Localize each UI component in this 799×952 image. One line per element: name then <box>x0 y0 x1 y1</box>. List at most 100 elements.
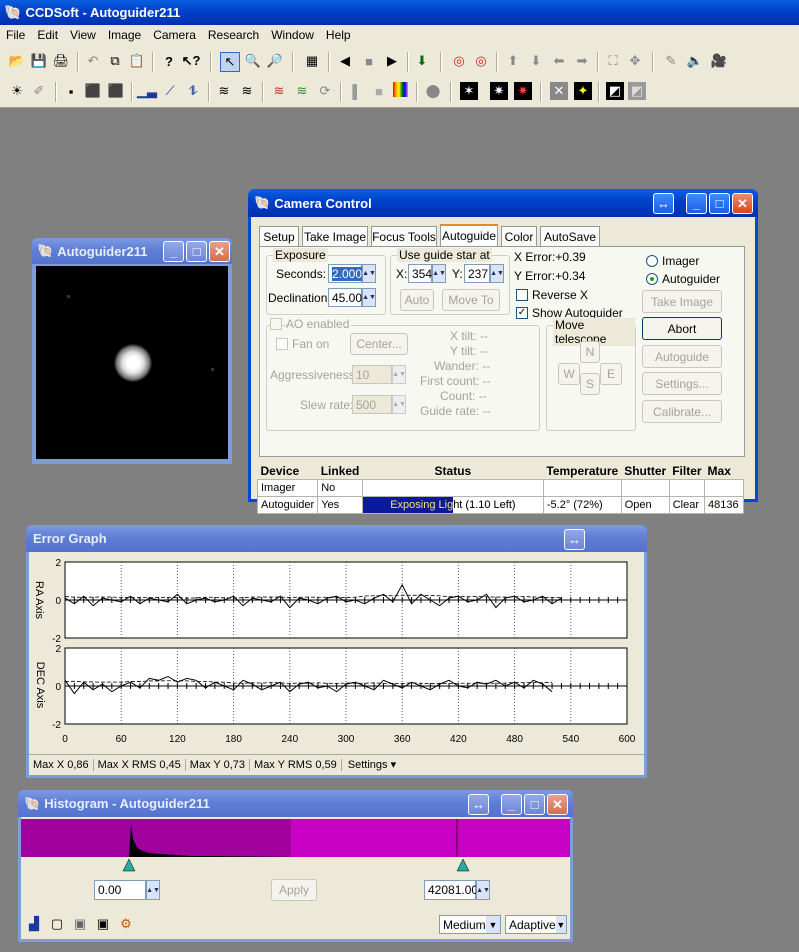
center-button[interactable]: Center... <box>350 333 408 355</box>
small-star-icon[interactable]: ▪ <box>62 82 80 100</box>
guide-x-input[interactable]: 354 <box>408 264 432 283</box>
slew-rate-spinner[interactable]: ▲▼ <box>392 395 406 414</box>
menu-item-research[interactable]: Research <box>202 28 265 42</box>
ao-enabled-checkbox[interactable] <box>270 318 282 330</box>
menu-item-help[interactable]: Help <box>320 28 357 42</box>
tab-setup[interactable]: Setup <box>259 226 299 246</box>
frame-icon[interactable]: ▢ <box>48 915 66 933</box>
move-north-button[interactable]: N <box>580 341 600 363</box>
medium-star-icon[interactable]: ⬛ <box>84 82 102 100</box>
tab-take-image[interactable]: Take Image <box>302 226 368 246</box>
menu-item-edit[interactable]: Edit <box>31 28 64 42</box>
fit-icon[interactable]: ⛶ <box>604 52 622 70</box>
adaptive-select[interactable]: Adaptive ▼ <box>505 915 567 934</box>
move-west-button[interactable]: W <box>558 363 580 385</box>
shrink-icon[interactable]: ✥ <box>626 52 644 70</box>
starburst-red-icon[interactable]: ✷ <box>514 82 532 100</box>
apply-button[interactable]: Apply <box>271 879 317 901</box>
dock-button[interactable]: ↔ <box>468 794 489 815</box>
guide-x-spinner[interactable]: ▲▼ <box>432 264 446 283</box>
gray-bar-icon[interactable]: ▌ <box>348 82 366 100</box>
menu-item-image[interactable]: Image <box>102 28 147 42</box>
dock-button[interactable]: ↔ <box>564 529 585 550</box>
rainbow-icon[interactable] <box>393 82 408 97</box>
histogram-plot[interactable] <box>21 819 570 877</box>
stop-icon[interactable]: ■ <box>360 52 378 70</box>
fan-on-checkbox[interactable] <box>276 338 288 350</box>
layers-green-icon[interactable]: ≋ <box>293 82 311 100</box>
tab-autoguide[interactable]: Autoguide <box>440 224 498 246</box>
camera-control-title-bar[interactable]: 🐚 Camera Control <box>248 189 758 217</box>
move-east-button[interactable]: E <box>600 363 622 385</box>
layers-icon[interactable]: ≋ <box>270 82 288 100</box>
guide-y-spinner[interactable]: ▲▼ <box>490 264 504 283</box>
slew-rate-input[interactable]: 500 <box>352 395 392 414</box>
seconds-spinner[interactable]: ▲▼ <box>362 264 376 283</box>
refresh-icon[interactable]: ⟳ <box>316 82 334 100</box>
histogram-title-bar[interactable]: 🐚 Histogram - Autoguider211 <box>18 790 573 817</box>
zoom-in-icon[interactable]: 🔍 <box>244 52 262 70</box>
palette-icon[interactable]: ⚙ <box>117 915 135 933</box>
medium-select[interactable]: Medium ▼ <box>439 915 501 934</box>
next-icon[interactable]: ▶ <box>383 52 401 70</box>
menu-item-view[interactable]: View <box>64 28 102 42</box>
autoguider-radio[interactable] <box>646 273 658 285</box>
telescope-icon[interactable]: ✎ <box>662 52 680 70</box>
large-star-icon[interactable]: ⬛ <box>107 82 125 100</box>
close-button[interactable]: ✕ <box>547 794 568 815</box>
seconds-input[interactable]: 2.000 <box>328 264 363 283</box>
maximize-button[interactable]: □ <box>524 794 545 815</box>
aggressiveness-input[interactable]: 10 <box>352 365 392 384</box>
histogram-icon[interactable]: ▁▃ <box>137 82 157 100</box>
maximize-button[interactable]: □ <box>186 241 207 262</box>
pointer-icon[interactable]: ↖ <box>220 52 240 72</box>
tab-focus-tools[interactable]: Focus Tools <box>371 226 437 246</box>
stack2-icon[interactable]: ≋ <box>238 82 256 100</box>
split-icon[interactable]: ◩ <box>606 82 624 100</box>
arrow-up-icon[interactable]: ⬆ <box>504 52 522 70</box>
menu-item-camera[interactable]: Camera <box>147 28 202 42</box>
starburst2-icon[interactable]: ✷ <box>490 82 508 100</box>
show-autoguider-checkbox[interactable]: ✓ <box>516 307 528 319</box>
zoom-out-icon[interactable]: 🔎 <box>266 52 284 70</box>
imager-radio[interactable] <box>646 255 658 267</box>
low-value-spinner[interactable]: ▲▼ <box>146 880 160 900</box>
move-south-button[interactable]: S <box>580 373 600 395</box>
grid-icon[interactable]: ▦ <box>303 52 321 70</box>
paste-icon[interactable]: 📋 <box>128 52 146 70</box>
tab-color[interactable]: Color <box>501 226 537 246</box>
menu-item-window[interactable]: Window <box>265 28 320 42</box>
circle-icon[interactable]: ⬤ <box>424 82 442 100</box>
arrow-left-icon[interactable]: ⬅ <box>550 52 568 70</box>
copy-icon[interactable]: ⧉ <box>106 52 124 70</box>
sound-icon[interactable]: 🔈 <box>686 52 704 70</box>
menu-item-file[interactable]: File <box>0 28 31 42</box>
guide-y-input[interactable]: 237 <box>464 264 490 283</box>
undo-icon[interactable]: ↶ <box>84 52 102 70</box>
reverse-x-checkbox[interactable] <box>516 289 528 301</box>
declination-spinner[interactable]: ▲▼ <box>362 288 376 307</box>
low-value-input[interactable]: 0.00 <box>94 880 146 900</box>
levels-icon[interactable]: ⥮ <box>184 82 202 100</box>
calibrate-button[interactable]: Calibrate... <box>642 400 722 423</box>
guide-star-image[interactable] <box>36 266 228 459</box>
arrow-down-icon[interactable]: ⬇ <box>527 52 545 70</box>
split-gray-icon[interactable]: ◩ <box>628 82 646 100</box>
brightness-icon[interactable]: ☀ <box>8 82 26 100</box>
starburst-icon[interactable]: ✶ <box>460 82 478 100</box>
target-icon[interactable]: ◎ <box>450 52 468 70</box>
minimize-button[interactable]: _ <box>501 794 522 815</box>
save-icon[interactable]: 💾 <box>30 52 48 70</box>
autoguide-button[interactable]: Autoguide <box>642 345 722 368</box>
open-icon[interactable]: 📂 <box>8 52 26 70</box>
minimize-button[interactable]: _ <box>686 193 707 214</box>
context-help-icon[interactable]: ↖? <box>182 52 201 70</box>
help-icon[interactable]: ? <box>160 52 178 70</box>
graph-settings-menu[interactable]: Settings ▾ <box>342 758 402 771</box>
declination-input[interactable]: 45.00 <box>328 288 362 307</box>
abort-button[interactable]: Abort <box>642 317 722 340</box>
eraser-icon[interactable]: ✐ <box>30 82 48 100</box>
settings-button[interactable]: Settings... <box>642 372 722 395</box>
curve-icon[interactable]: ⟋ <box>161 82 179 100</box>
auto-button[interactable]: Auto <box>400 289 434 311</box>
